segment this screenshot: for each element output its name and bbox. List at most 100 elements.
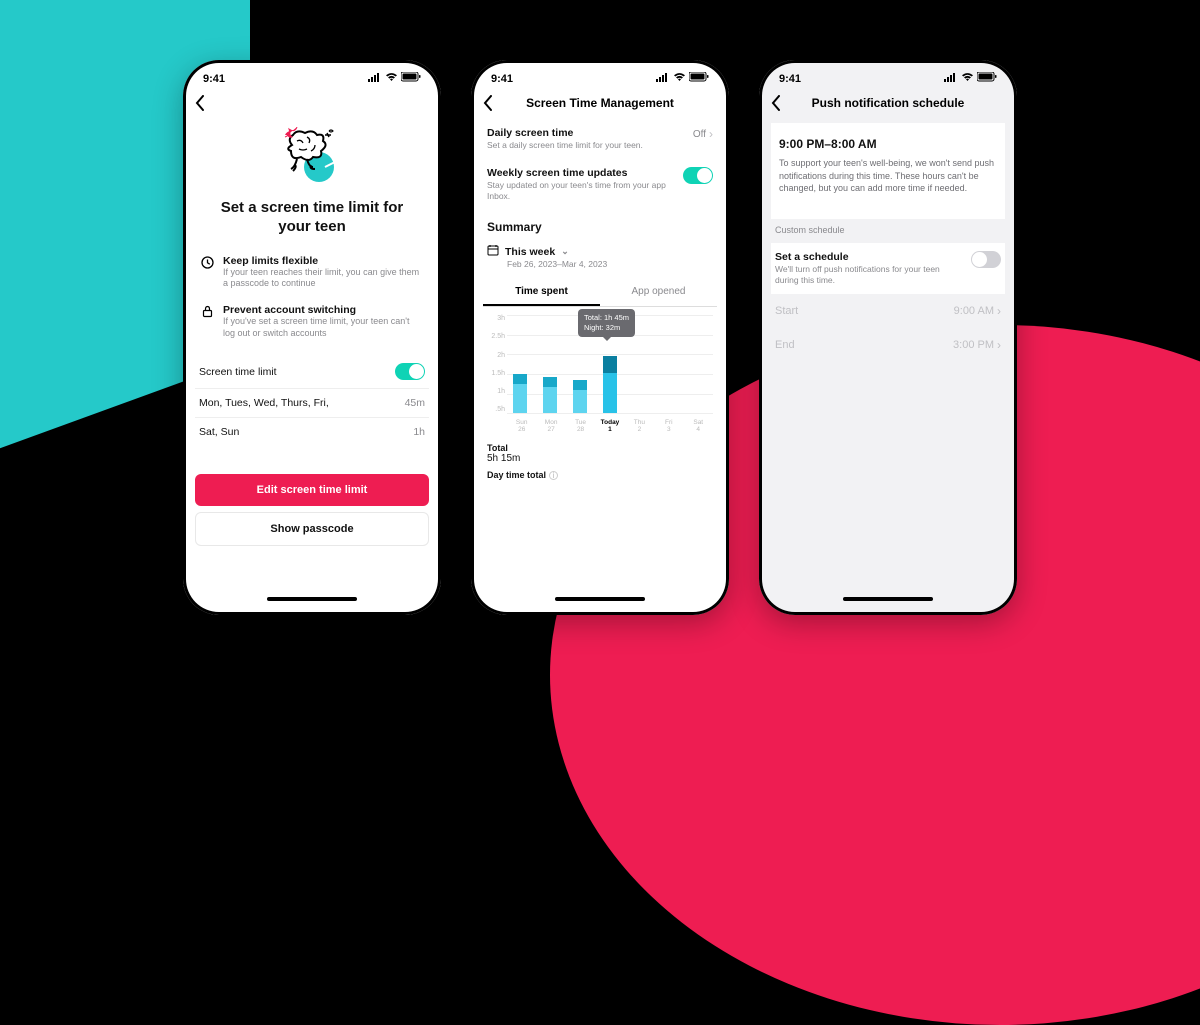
summary-heading: Summary [483, 210, 717, 238]
row-label: Set a schedule [775, 251, 963, 263]
day-total-label: Day time total [487, 470, 546, 480]
end-time-row[interactable]: End 3:00 PM › [771, 328, 1005, 362]
lock-icon [201, 304, 215, 339]
status-bar: 9:41 [771, 70, 1005, 91]
set-schedule-row: Set a schedule We'll turn off push notif… [771, 243, 1005, 294]
chart-bar[interactable] [573, 380, 587, 413]
row-desc: We'll turn off push notifications for yo… [775, 264, 963, 286]
battery-icon [977, 72, 997, 85]
row-label: Daily screen time [487, 127, 643, 139]
days-label: Sat, Sun [199, 426, 239, 438]
weekend-limit-row[interactable]: Sat, Sun 1h [195, 417, 429, 446]
wifi-icon [385, 73, 398, 85]
weekly-updates-row: Weekly screen time updates Stay updated … [483, 159, 717, 210]
weekday-limit-row[interactable]: Mon, Tues, Wed, Thurs, Fri, 45m [195, 388, 429, 417]
status-bar: 9:41 [195, 70, 429, 91]
feature-flexible: Keep limits flexible If your teen reache… [195, 251, 429, 300]
home-indicator[interactable] [555, 597, 645, 601]
week-selector[interactable]: This week ⌄ [483, 238, 717, 259]
back-icon[interactable] [195, 95, 211, 111]
wifi-icon [961, 73, 974, 85]
end-value: 3:00 PM [953, 339, 994, 351]
signal-icon [656, 73, 670, 85]
mandatory-desc: To support your teen's well-being, we wo… [775, 157, 1001, 209]
tab-app-opened[interactable]: App opened [600, 279, 717, 306]
phone-screen-time-management: 9:41 Screen Time Management Daily screen… [471, 60, 729, 615]
chart-bar[interactable] [603, 356, 617, 413]
feature-desc: If your teen reaches their limit, you ca… [223, 267, 423, 290]
chart-tooltip: Total: 1h 45m Night: 32m [578, 309, 635, 337]
limit-value: 1h [413, 426, 425, 438]
feature-title: Keep limits flexible [223, 255, 423, 267]
signal-icon [944, 73, 958, 85]
row-desc: Set a daily screen time limit for your t… [487, 140, 643, 151]
battery-icon [689, 72, 709, 85]
chart-bar[interactable] [543, 377, 557, 413]
mandatory-range: 9:00 PM–8:00 AM [775, 127, 1001, 157]
calendar-icon [487, 244, 499, 259]
row-value: Off [693, 129, 706, 140]
custom-schedule-header: Custom schedule [771, 219, 1005, 243]
page-title: Set a screen time limit for your teen [195, 199, 429, 251]
nav-row: Push notification schedule [771, 91, 1005, 119]
chart-tabs: Time spent App opened [483, 279, 717, 307]
home-indicator[interactable] [843, 597, 933, 601]
row-desc: Stay updated on your teen's time from yo… [487, 180, 677, 202]
set-schedule-toggle[interactable] [971, 251, 1001, 268]
week-range: Feb 26, 2023–Mar 4, 2023 [483, 259, 717, 275]
status-time: 9:41 [203, 73, 225, 85]
total-value: 5h 15m [487, 453, 713, 470]
end-label: End [775, 339, 795, 351]
phone-screen-time-limit: 9:41 Set a screen time limit for your te… [183, 60, 441, 615]
info-icon[interactable]: i [549, 471, 558, 480]
daily-screen-time-row[interactable]: Daily screen time Set a daily screen tim… [483, 119, 717, 159]
chart-bar[interactable] [513, 374, 527, 413]
nav-title: Push notification schedule [771, 96, 1005, 110]
clock-icon [201, 255, 215, 290]
tab-time-spent[interactable]: Time spent [483, 279, 600, 306]
nav-row [195, 91, 429, 119]
status-bar: 9:41 [483, 70, 717, 91]
chevron-right-icon: › [997, 338, 1001, 352]
toggle-label: Screen time limit [199, 366, 277, 378]
limit-value: 45m [405, 397, 425, 409]
chevron-down-icon: ⌄ [561, 246, 569, 257]
total-label: Total [487, 443, 713, 453]
status-icons [368, 72, 421, 85]
edit-limit-button[interactable]: Edit screen time limit [195, 474, 429, 506]
x-axis-label: Sat4 [684, 419, 713, 433]
home-indicator[interactable] [267, 597, 357, 601]
tooltip-total: Total: 1h 45m [584, 313, 629, 323]
phone-push-schedule: 9:41 Push notification schedule 9:00 PM–… [759, 60, 1017, 615]
row-label: Weekly screen time updates [487, 167, 677, 179]
feature-desc: If you've set a screen time limit, your … [223, 316, 423, 339]
usage-bar-chart: 3h2.5h2h1.5h1h.5h Sun26Mon27Tue28Today1T… [483, 307, 717, 437]
chevron-right-icon: › [709, 127, 713, 141]
start-value: 9:00 AM [954, 305, 994, 317]
nav-title: Screen Time Management [483, 96, 717, 110]
x-axis-label: Sun26 [507, 419, 536, 433]
x-axis-label: Today1 [595, 419, 624, 433]
weekly-updates-toggle[interactable] [683, 167, 713, 184]
status-time: 9:41 [491, 73, 513, 85]
status-icons [944, 72, 997, 85]
screen-time-toggle[interactable] [395, 363, 425, 380]
week-label: This week [505, 246, 555, 258]
x-axis-label: Mon27 [536, 419, 565, 433]
screen-time-toggle-row: Screen time limit [195, 355, 429, 388]
battery-icon [401, 72, 421, 85]
wifi-icon [673, 73, 686, 85]
tooltip-night: Night: 32m [584, 323, 629, 333]
x-axis-label: Thu2 [625, 419, 654, 433]
signal-icon [368, 73, 382, 85]
feature-prevent-switch: Prevent account switching If you've set … [195, 300, 429, 349]
x-axis-label: Fri3 [654, 419, 683, 433]
feature-title: Prevent account switching [223, 304, 423, 316]
nav-row: Screen Time Management [483, 91, 717, 119]
start-time-row[interactable]: Start 9:00 AM › [771, 294, 1005, 328]
brain-illustration [195, 119, 429, 199]
show-passcode-button[interactable]: Show passcode [195, 512, 429, 546]
status-time: 9:41 [779, 73, 801, 85]
start-label: Start [775, 305, 798, 317]
x-axis-label: Tue28 [566, 419, 595, 433]
